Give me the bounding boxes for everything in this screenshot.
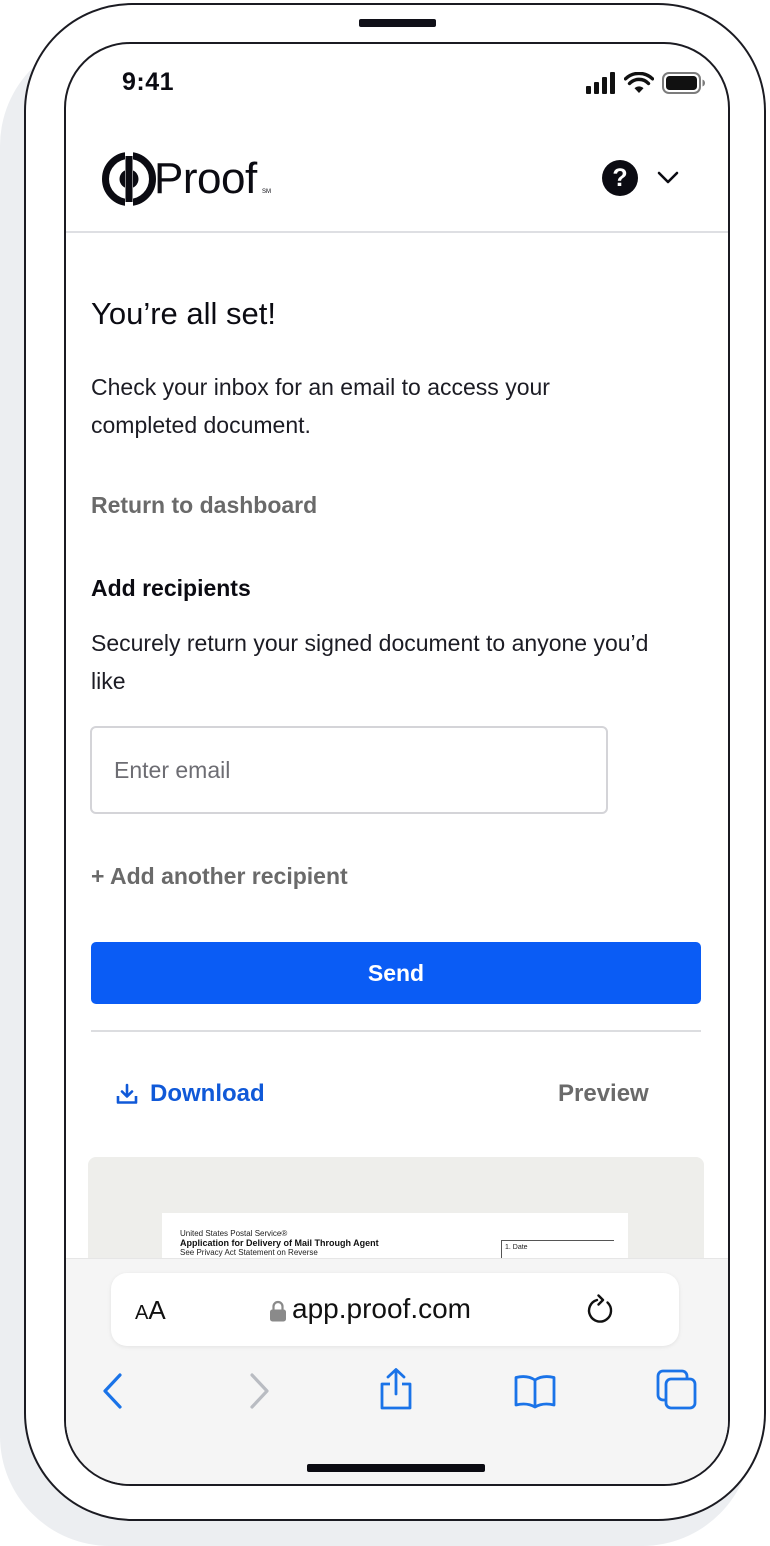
brand-service-mark: SM (262, 189, 271, 195)
document-date-label: 1. Date (505, 1244, 528, 1251)
return-to-dashboard-link[interactable]: Return to dashboard (91, 492, 317, 519)
phone-screen: 9:41 Proof SM ? You’re all set! Check yo… (64, 42, 730, 1486)
download-button[interactable]: Download (150, 1080, 265, 1108)
add-recipients-heading: Add recipients (91, 575, 251, 601)
send-button[interactable]: Send (91, 942, 701, 1004)
text-size-large: A (148, 1295, 166, 1325)
back-arrow-icon[interactable] (100, 1371, 126, 1411)
forward-arrow-icon[interactable] (246, 1371, 272, 1411)
lock-icon (270, 1300, 286, 1322)
proof-logo-icon[interactable] (100, 150, 158, 208)
document-subtitle: See Privacy Act Statement on Reverse (180, 1248, 318, 1257)
brand-name: Proof (154, 154, 257, 203)
share-icon[interactable] (377, 1367, 415, 1411)
text-size-button[interactable]: AA (135, 1295, 166, 1326)
tabs-icon[interactable] (656, 1369, 698, 1411)
completion-message: Check your inbox for an email to access … (91, 374, 550, 438)
text-size-small: A (135, 1302, 149, 1324)
preview-button[interactable]: Preview (558, 1080, 649, 1108)
app-header: Proof SM ? (66, 44, 728, 233)
browser-toolbar: AA app.proof.com (66, 1258, 728, 1484)
page-title: You’re all set! (91, 296, 276, 331)
url-text[interactable]: app.proof.com (292, 1293, 471, 1325)
add-another-recipient-link[interactable]: + Add another recipient (91, 863, 348, 890)
document-agency: United States Postal Service® (180, 1229, 288, 1238)
home-indicator (307, 1464, 485, 1472)
email-input[interactable] (90, 726, 608, 814)
bookmarks-icon[interactable] (513, 1373, 557, 1409)
download-icon[interactable] (115, 1082, 139, 1106)
device-speaker (359, 19, 436, 27)
reload-icon[interactable] (585, 1294, 617, 1326)
address-bar[interactable]: AA app.proof.com (111, 1273, 679, 1346)
section-divider (91, 1030, 701, 1032)
add-recipients-description: Securely return your signed document to … (91, 630, 649, 694)
chevron-down-icon[interactable] (655, 164, 681, 190)
document-title: Application for Delivery of Mail Through… (180, 1238, 379, 1248)
help-icon[interactable]: ? (602, 160, 638, 196)
